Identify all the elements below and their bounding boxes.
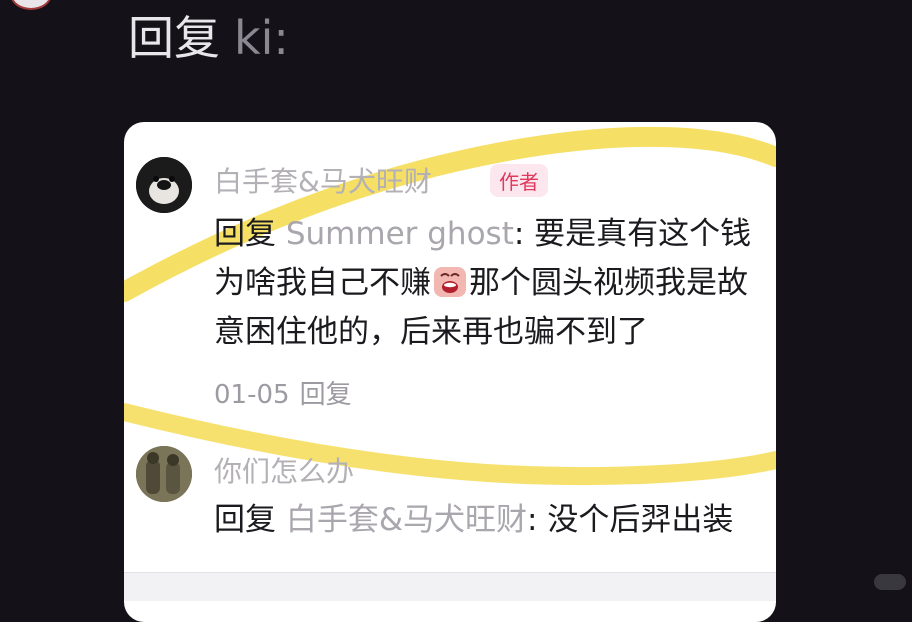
- comment-card: 白手套&马犬旺财 作者 回复 Summer ghost: 要是真有这个钱为啥我自…: [124, 122, 776, 622]
- reply-target-name[interactable]: ki:: [234, 11, 289, 65]
- crying-laughing-emoji-icon: [434, 267, 466, 297]
- commenter-avatar[interactable]: [136, 446, 192, 502]
- reply-word: 回复: [214, 216, 276, 252]
- reply-to-name[interactable]: 白手套&马犬旺财: [286, 502, 527, 538]
- commenter-avatar[interactable]: [136, 157, 192, 213]
- comment-text-part: : 没个后羿出装: [527, 502, 734, 538]
- author-badge: 作者: [490, 164, 548, 197]
- comment-text: 回复 Summer ghost: 要是真有这个钱为啥我自己不赚 那个圆头视频我是…: [214, 210, 774, 357]
- watermark-badge: [874, 574, 906, 590]
- comment-item[interactable]: 白手套&马犬旺财 作者 回复 Summer ghost: 要是真有这个钱为啥我自…: [124, 122, 776, 422]
- comment-input-bar[interactable]: [124, 572, 776, 601]
- reply-button[interactable]: 回复: [300, 380, 352, 410]
- user-avatar-top[interactable]: [10, 0, 52, 10]
- commenter-name[interactable]: 白手套&马犬旺财: [214, 160, 432, 200]
- comment-meta: 01-05 回复: [214, 374, 352, 411]
- comment-date: 01-05: [214, 380, 290, 410]
- dog-avatar-icon: [136, 157, 192, 213]
- reply-header: 回复 ki:: [128, 10, 289, 66]
- reply-word: 回复: [214, 502, 276, 538]
- commenter-name[interactable]: 你们怎么办: [214, 450, 354, 490]
- photo-avatar-icon: [136, 446, 192, 502]
- comment-text: 回复 白手套&马犬旺财: 没个后羿出装: [214, 496, 774, 545]
- reply-to-name[interactable]: Summer ghost: [286, 216, 514, 252]
- reply-label: 回复: [128, 11, 220, 65]
